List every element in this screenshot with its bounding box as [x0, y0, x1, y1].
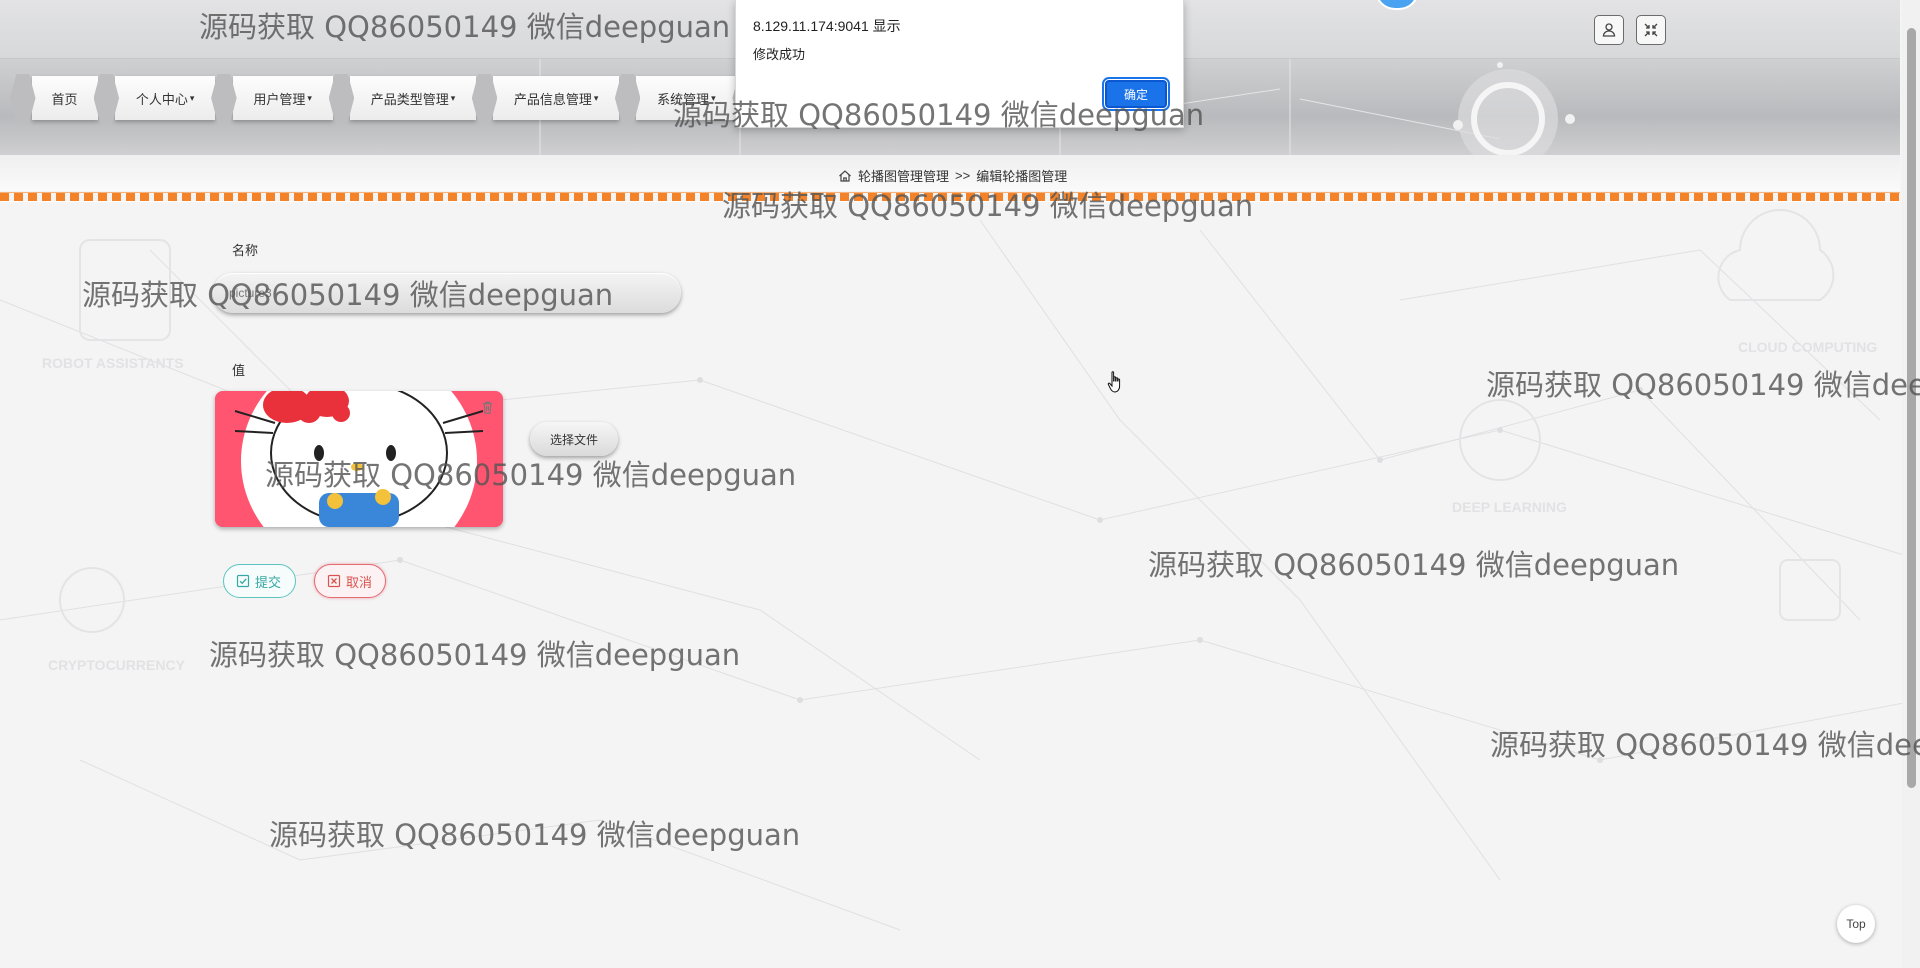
chevron-down-icon: ▾ [189, 92, 195, 103]
nav-item-system-management[interactable]: 系统管理 ▾ [636, 76, 737, 120]
svg-text:DEEP LEARNING: DEEP LEARNING [1452, 499, 1567, 515]
chevron-down-icon: ▾ [307, 92, 312, 103]
stitched-divider [0, 192, 1900, 201]
breadcrumb: 轮播图管理管理 >> 编辑轮播图管理 [838, 166, 1067, 185]
check-square-icon [236, 574, 250, 588]
nav-item-user-management[interactable]: 用户管理 ▾ [232, 76, 333, 120]
dialog-origin: 8.129.11.174:9041 显示 [753, 18, 901, 34]
dialog-ok-button[interactable]: 确定 [1102, 77, 1170, 111]
hello-kitty-image [215, 391, 503, 527]
value-label: 值 [232, 363, 246, 378]
page-scrollbar[interactable] [1902, 0, 1920, 968]
chevron-down-icon: ▾ [711, 92, 716, 103]
chevron-down-icon: ▾ [450, 92, 456, 103]
name-input[interactable] [213, 273, 681, 313]
delete-image-icon[interactable] [476, 396, 498, 418]
scrollbar-thumb[interactable] [1907, 28, 1916, 788]
back-to-top-button[interactable]: Top [1837, 905, 1875, 943]
cancel-label: 取消 [346, 574, 373, 590]
breadcrumb-parent[interactable]: 轮播图管理管理 [858, 166, 949, 185]
uploaded-image-preview [215, 391, 503, 527]
hand-cursor-icon [1107, 371, 1121, 393]
cancel-button[interactable]: 取消 [314, 564, 386, 598]
home-icon[interactable] [838, 169, 852, 183]
user-icon[interactable] [1594, 15, 1624, 45]
svg-text:CLOUD COMPUTING: CLOUD COMPUTING [1738, 339, 1877, 355]
name-label: 名称 [232, 243, 259, 258]
alert-dialog: 8.129.11.174:9041 显示 修改成功 确定 [735, 0, 1184, 128]
dialog-message: 修改成功 [753, 47, 806, 62]
back-to-top-label: Top [1846, 917, 1866, 931]
submit-label: 提交 [255, 574, 282, 590]
breadcrumb-current: 编辑轮播图管理 [976, 169, 1068, 184]
nav-item-home[interactable]: 首页 [31, 76, 98, 120]
nav-item-product-info-management[interactable]: 产品信息管理 ▾ [493, 76, 619, 120]
svg-text:ROBOT ASSISTANTS: ROBOT ASSISTANTS [42, 355, 184, 371]
main-nav: 首页 个人中心 ▾ 用户管理 ▾ 产品类型管理 ▾ 产品信息管理 ▾ 系统管理 ▾ [10, 74, 758, 122]
nav-item-product-type-management[interactable]: 产品类型管理 ▾ [350, 76, 476, 120]
close-square-icon [327, 574, 341, 588]
submit-button[interactable]: 提交 [223, 564, 296, 598]
svg-text:CRYPTOCURRENCY: CRYPTOCURRENCY [48, 657, 186, 673]
exit-fullscreen-icon[interactable] [1636, 15, 1666, 45]
chevron-down-icon: ▾ [593, 92, 599, 103]
choose-file-button[interactable]: 选择文件 [530, 422, 618, 456]
breadcrumb-separator: >> [955, 168, 971, 183]
nav-item-personal-center[interactable]: 个人中心 ▾ [115, 76, 216, 120]
